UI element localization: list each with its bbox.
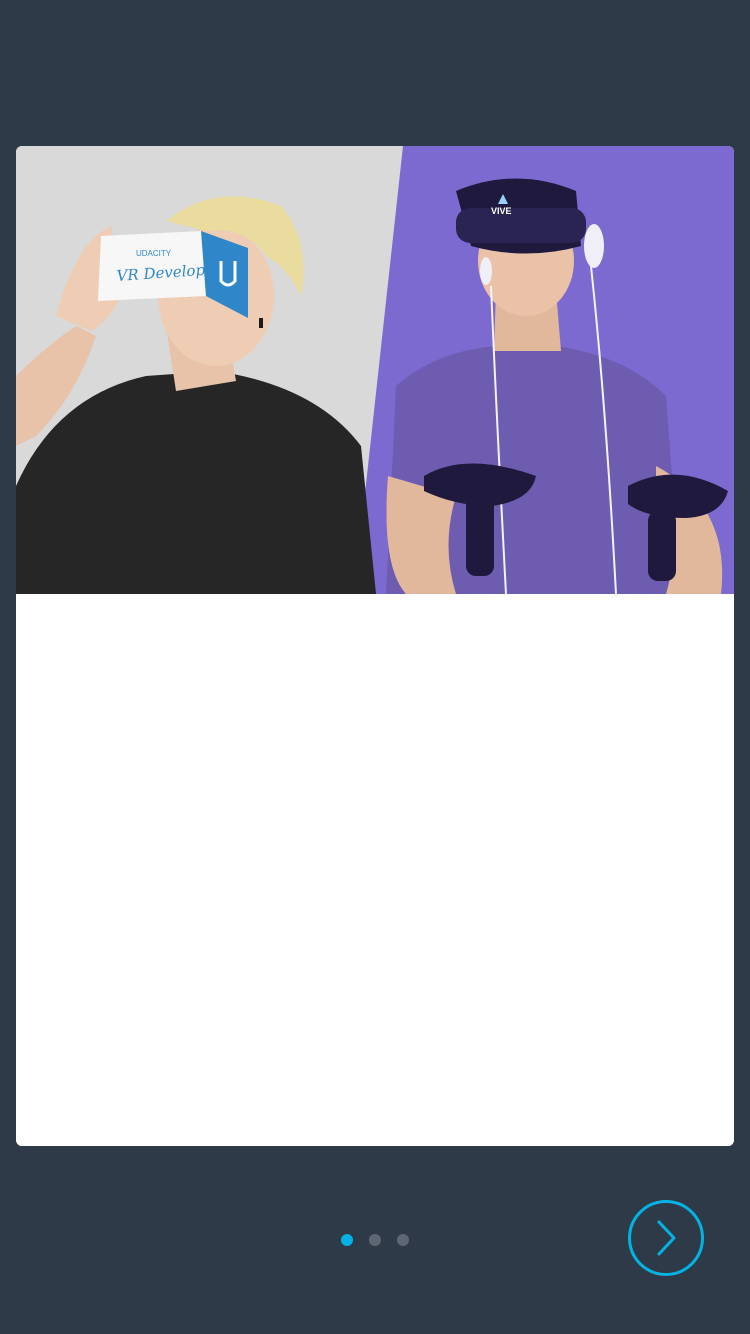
page-dot-2[interactable]	[369, 1234, 381, 1246]
card-body	[16, 594, 734, 1146]
chevron-right-icon	[657, 1220, 676, 1256]
onboarding-card: UDACITY VR Developer VIVE	[16, 146, 734, 1146]
page-dot-3[interactable]	[397, 1234, 409, 1246]
headset-brand-text: VIVE	[491, 206, 512, 216]
next-button[interactable]	[628, 1200, 704, 1276]
hero-illustration: UDACITY VR Developer VIVE	[16, 146, 734, 594]
hero-image: UDACITY VR Developer VIVE	[16, 146, 734, 594]
cardboard-brand-text: UDACITY	[136, 249, 172, 258]
page-dot-1[interactable]	[341, 1234, 353, 1246]
